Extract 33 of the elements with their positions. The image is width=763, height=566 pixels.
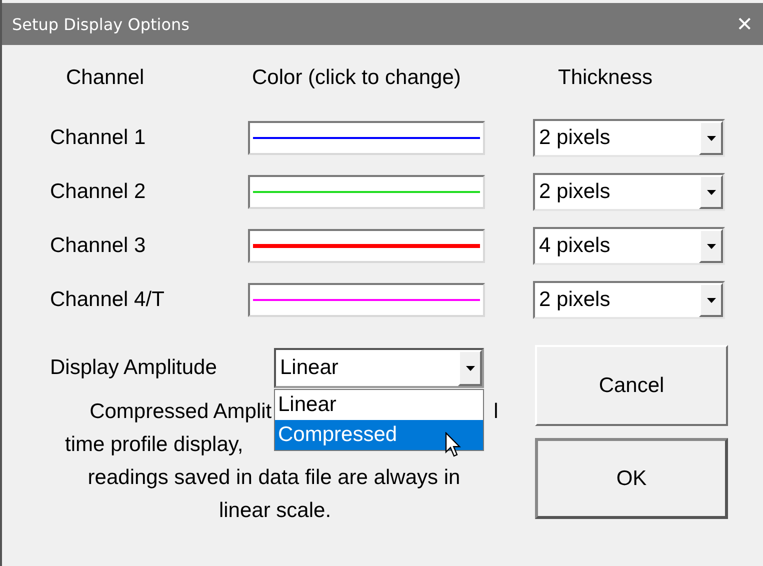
channel-label: Channel 1 <box>50 126 147 150</box>
note-text: linear scale. <box>218 498 332 524</box>
ok-button[interactable]: OK <box>535 438 728 519</box>
color-swatch-button[interactable] <box>248 121 485 155</box>
note-text: readings saved in data file are always in <box>88 465 460 491</box>
dropdown-arrow-icon <box>706 136 716 140</box>
channel-label: Channel 3 <box>50 234 147 258</box>
column-header: Color (click to change) <box>251 66 462 90</box>
close-button[interactable]: ✕ <box>726 3 763 45</box>
cancel-button[interactable]: Cancel <box>535 345 728 426</box>
thickness-dropdown[interactable]: 2 pixels <box>533 281 725 319</box>
window-title: Setup Display Options <box>12 14 190 34</box>
dropdown-arrow-icon <box>706 298 716 302</box>
dropdown-arrow-icon <box>706 244 716 248</box>
color-swatch-button[interactable] <box>248 229 485 263</box>
color-swatch-button[interactable] <box>248 283 485 317</box>
dropdown-arrow-icon <box>706 190 716 194</box>
dropdown-option[interactable]: Compressed <box>275 420 483 450</box>
channel-label: Channel 2 <box>50 180 147 204</box>
thickness-dropdown[interactable]: 4 pixels <box>533 227 725 265</box>
dropdown-arrow-icon <box>466 366 474 370</box>
dropdown-option[interactable]: Linear <box>275 390 483 420</box>
thickness-dropdown[interactable]: 2 pixels <box>533 119 725 157</box>
note-text: Compressed Amplit <box>90 399 272 425</box>
column-header: Thickness <box>557 66 654 90</box>
column-header: Channel <box>65 66 146 90</box>
channel-label: Channel 4/T <box>50 288 166 312</box>
amplitude-dropdown[interactable]: Linear <box>274 348 484 388</box>
color-swatch-button[interactable] <box>248 175 485 209</box>
amplitude-label: Display Amplitude <box>50 356 218 380</box>
thickness-dropdown[interactable]: 2 pixels <box>533 173 725 211</box>
note-text: time profile display, <box>65 432 244 458</box>
note-text: l <box>494 399 498 425</box>
